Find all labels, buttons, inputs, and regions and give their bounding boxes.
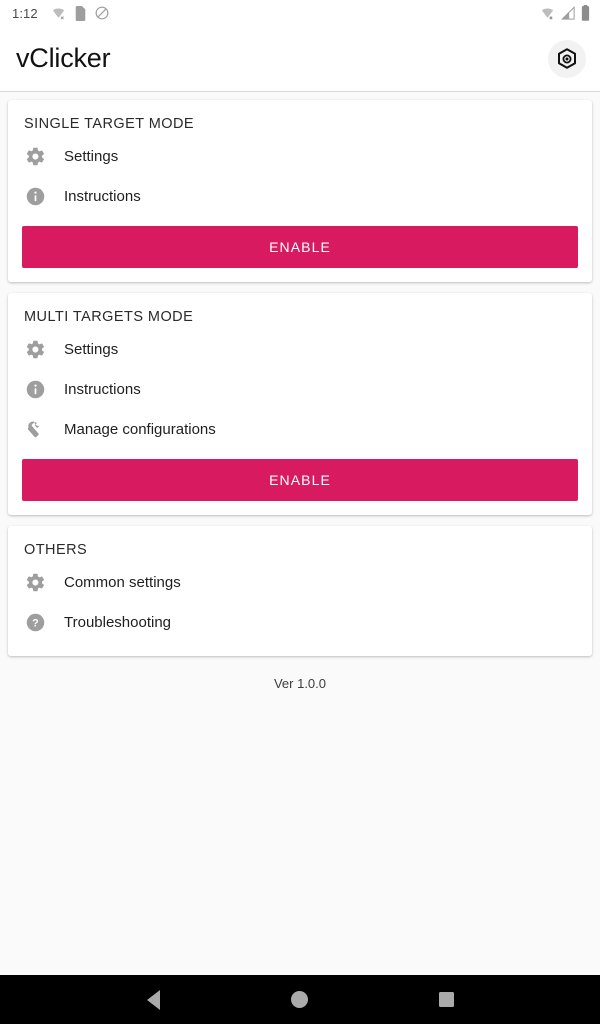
app-root: 1:12 vClicker SINGLE TARGET MODE Setting… <box>0 0 600 1024</box>
status-bar-right-icons <box>539 5 590 21</box>
home-circle-icon <box>291 991 309 1008</box>
main-content: SINGLE TARGET MODE Settings Instructions… <box>0 92 600 975</box>
row-label: Common settings <box>64 573 181 591</box>
wifi-off-icon <box>541 8 554 20</box>
info-circle-icon <box>24 185 46 207</box>
row-common-settings[interactable]: Common settings <box>8 562 592 602</box>
gear-icon <box>24 338 46 360</box>
status-bar-clock: 1:12 <box>12 5 38 21</box>
wifi-off-icon <box>52 8 64 19</box>
gear-icon <box>24 145 46 167</box>
card-title: MULTI TARGETS MODE <box>24 309 194 325</box>
wrench-icon <box>24 418 46 440</box>
sim-card-icon <box>75 5 85 21</box>
row-label: Settings <box>64 147 119 165</box>
help-circle-icon: ? <box>24 611 46 633</box>
nav-back-button[interactable] <box>131 978 175 1022</box>
row-label: Instructions <box>64 187 141 205</box>
recents-square-icon <box>439 992 455 1007</box>
version-label: Ver 1.0.0 <box>273 676 327 691</box>
card-title: OTHERS <box>24 542 88 558</box>
card-single-target-mode: SINGLE TARGET MODE Settings Instructions… <box>8 100 592 282</box>
enable-button-wrap: ENABLE <box>8 449 592 501</box>
cellular-signal-icon <box>561 5 575 20</box>
target-hexagon-button[interactable] <box>548 39 586 78</box>
android-nav-bar <box>0 975 600 1024</box>
info-circle-icon <box>24 378 46 400</box>
enable-multi-targets-button[interactable]: ENABLE <box>22 459 578 501</box>
row-multi-instructions[interactable]: Instructions <box>8 369 592 409</box>
row-label: Manage configurations <box>64 420 216 438</box>
enable-button-wrap: ENABLE <box>8 216 592 268</box>
nav-recents-button[interactable] <box>425 978 469 1022</box>
row-single-settings[interactable]: Settings <box>8 136 592 176</box>
row-label: Troubleshooting <box>64 613 172 631</box>
card-multi-targets-mode: MULTI TARGETS MODE Settings Instructions… <box>8 293 592 515</box>
do-not-disturb-icon <box>95 6 109 20</box>
app-toolbar: vClicker <box>0 26 600 92</box>
nav-home-button[interactable] <box>278 978 322 1022</box>
status-bar: 1:12 <box>0 0 600 26</box>
row-label: Instructions <box>64 380 141 398</box>
card-title: SINGLE TARGET MODE <box>24 116 195 132</box>
enable-single-target-button[interactable]: ENABLE <box>22 226 578 268</box>
row-label: Settings <box>64 340 119 358</box>
card-others: OTHERS Common settings ? Troubleshooting <box>8 526 592 656</box>
back-triangle-icon <box>146 989 160 1010</box>
svg-text:?: ? <box>32 617 39 629</box>
app-title: vClicker <box>16 43 111 73</box>
row-single-instructions[interactable]: Instructions <box>8 176 592 216</box>
battery-icon <box>581 5 590 21</box>
target-hexagon-icon <box>558 47 576 69</box>
gear-icon <box>24 571 46 593</box>
row-troubleshooting[interactable]: ? Troubleshooting <box>8 602 592 642</box>
status-bar-left-icons <box>51 5 109 21</box>
row-multi-settings[interactable]: Settings <box>8 329 592 369</box>
row-manage-configurations[interactable]: Manage configurations <box>8 409 592 449</box>
